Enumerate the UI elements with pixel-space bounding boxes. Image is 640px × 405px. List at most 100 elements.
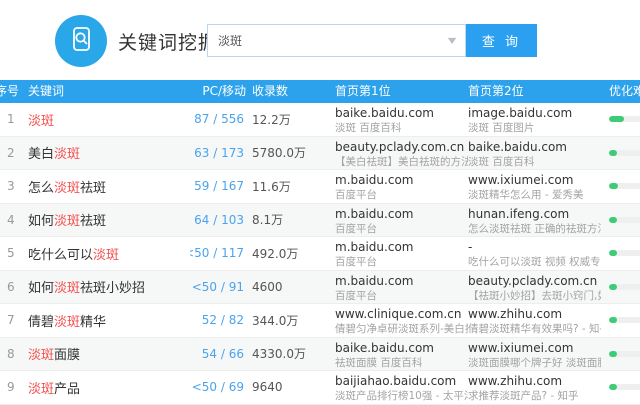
second-position-desc: 求推荐淡斑产品? - 知乎 (468, 390, 601, 403)
first-position-desc: 淡斑 百度百科 (335, 122, 468, 135)
first-position-cell[interactable]: m.baidu.com 百度平台 (335, 237, 468, 270)
first-position-cell[interactable]: m.baidu.com 百度平台 (335, 271, 468, 304)
second-position-cell[interactable]: www.zhihu.com 求推荐淡斑产品? - 知乎 (468, 371, 601, 404)
difficulty-cell (601, 371, 640, 404)
keyword-select[interactable]: 淡斑 ▼ (207, 24, 466, 57)
difficulty-bar-track (609, 150, 640, 156)
second-position-desc: 淡斑 百度百科 (468, 156, 601, 169)
second-position-desc: 【祛斑小妙招】去斑小窍门,如何祛... (468, 290, 601, 303)
first-position-domain[interactable]: m.baidu.com (335, 207, 468, 222)
pc-mobile-value[interactable]: 59 / 167 (190, 170, 246, 203)
first-position-domain[interactable]: m.baidu.com (335, 274, 468, 289)
keyword-mining-page: 关键词挖掘 淡斑 ▼ 查 询 序号 关键词 PC/移动 收录数 首页第1位 首页… (0, 0, 640, 405)
keyword-cell[interactable]: 淡斑产品 (28, 371, 190, 404)
pc-mobile-value[interactable]: 52 / 82 (190, 304, 246, 337)
index-count-value: 9640 (246, 371, 335, 404)
keyword-select-value: 淡斑 (218, 32, 242, 49)
first-position-cell[interactable]: m.baidu.com 百度平台 (335, 170, 468, 203)
difficulty-cell (601, 338, 640, 371)
second-position-domain[interactable]: www.ixiumei.com (468, 341, 601, 356)
index-count-value: 8.1万 (246, 204, 335, 237)
difficulty-cell (601, 103, 640, 136)
header-seq: 序号 (0, 80, 28, 103)
difficulty-cell (601, 304, 640, 337)
second-position-cell[interactable]: www.ixiumei.com 淡斑精华怎么用 - 爱秀美 (468, 170, 601, 203)
second-position-cell[interactable]: hunan.ifeng.com 怎么淡斑祛斑 正确的祛斑方法推荐... (468, 204, 601, 237)
first-position-domain[interactable]: www.clinique.com.cn (335, 307, 468, 322)
table-row: 6 如何淡斑祛斑小妙招 <50 / 91 4600 m.baidu.com 百度… (0, 271, 640, 305)
pc-mobile-value[interactable]: <50 / 117 (190, 237, 246, 270)
second-position-cell[interactable]: www.zhihu.com 倩碧淡斑精华有效果吗? - 知乎 (468, 304, 601, 337)
keyword-cell[interactable]: 如何淡斑祛斑小妙招 (28, 271, 190, 304)
difficulty-bar-track (609, 384, 640, 390)
second-position-cell[interactable]: www.ixiumei.com 淡斑面膜哪个牌子好 淡斑面膜排行... (468, 338, 601, 371)
row-number: 6 (0, 271, 28, 304)
chevron-down-icon: ▼ (448, 36, 457, 45)
index-count-value: 5780.0万 (246, 137, 335, 170)
difficulty-bar-fill (609, 284, 617, 290)
first-position-desc: 百度平台 (335, 256, 468, 269)
first-position-cell[interactable]: beauty.pclady.com.cn 【美白祛斑】美白祛斑的方法,美白... (335, 137, 468, 170)
pc-mobile-value[interactable]: 87 / 556 (190, 103, 246, 136)
first-position-cell[interactable]: baike.baidu.com 淡斑 百度百科 (335, 103, 468, 136)
table-row: 7 倩碧淡斑精华 52 / 82 344.0万 www.clinique.com… (0, 304, 640, 338)
second-position-cell[interactable]: image.baidu.com 淡斑 百度图片 (468, 103, 601, 136)
first-position-domain[interactable]: baike.baidu.com (335, 341, 468, 356)
first-position-cell[interactable]: m.baidu.com 百度平台 (335, 204, 468, 237)
first-position-desc: 百度平台 (335, 223, 468, 236)
second-position-cell[interactable]: beauty.pclady.com.cn 【祛斑小妙招】去斑小窍门,如何祛... (468, 271, 601, 304)
first-position-cell[interactable]: www.clinique.com.cn 倩碧匀净卓研淡斑系列-美白护肤-... (335, 304, 468, 337)
second-position-domain[interactable]: image.baidu.com (468, 106, 601, 121)
index-count-value: 4330.0万 (246, 338, 335, 371)
table-header: 序号 关键词 PC/移动 收录数 首页第1位 首页第2位 优化难度 (0, 80, 640, 103)
first-position-desc: 祛斑面膜 百度百科 (335, 357, 468, 370)
keyword-cell[interactable]: 怎么淡斑祛斑 (28, 170, 190, 203)
index-count-value: 492.0万 (246, 237, 335, 270)
first-position-cell[interactable]: baike.baidu.com 祛斑面膜 百度百科 (335, 338, 468, 371)
first-position-domain[interactable]: baike.baidu.com (335, 106, 468, 121)
keyword-cell[interactable]: 美白淡斑 (28, 137, 190, 170)
first-position-domain[interactable]: baijiahao.baidu.com (335, 374, 468, 389)
second-position-cell[interactable]: - 吃什么可以淡斑 视频 权威专家解说 (468, 237, 601, 270)
pc-mobile-value[interactable]: <50 / 69 (190, 371, 246, 404)
pc-mobile-value[interactable]: 64 / 103 (190, 204, 246, 237)
pc-mobile-value[interactable]: <50 / 91 (190, 271, 246, 304)
difficulty-cell (601, 237, 640, 270)
first-position-cell[interactable]: baijiahao.baidu.com 淡斑产品排行榜10强 - 太平洋时尚..… (335, 371, 468, 404)
difficulty-bar-track (609, 250, 640, 256)
second-position-desc: 吃什么可以淡斑 视频 权威专家解说 (468, 256, 601, 269)
difficulty-cell (601, 204, 640, 237)
second-position-domain[interactable]: www.ixiumei.com (468, 173, 601, 188)
header-index-count: 收录数 (246, 80, 335, 103)
difficulty-bar-track (609, 183, 640, 189)
second-position-domain[interactable]: baike.baidu.com (468, 140, 601, 155)
first-position-desc: 淡斑产品排行榜10强 - 太平洋时尚... (335, 390, 468, 403)
first-position-domain[interactable]: beauty.pclady.com.cn (335, 140, 468, 155)
first-position-domain[interactable]: m.baidu.com (335, 173, 468, 188)
keyword-cell[interactable]: 吃什么可以淡斑 (28, 237, 190, 270)
keyword-cell[interactable]: 淡斑 (28, 103, 190, 136)
second-position-domain[interactable]: - (468, 240, 601, 255)
second-position-domain[interactable]: www.zhihu.com (468, 374, 601, 389)
second-position-domain[interactable]: beauty.pclady.com.cn (468, 274, 601, 289)
second-position-desc: 淡斑 百度图片 (468, 122, 601, 135)
table-body: 1 淡斑 87 / 556 12.2万 baike.baidu.com 淡斑 百… (0, 103, 640, 405)
second-position-domain[interactable]: www.zhihu.com (468, 307, 601, 322)
second-position-desc: 怎么淡斑祛斑 正确的祛斑方法推荐... (468, 223, 601, 236)
second-position-cell[interactable]: baike.baidu.com 淡斑 百度百科 (468, 137, 601, 170)
difficulty-bar-fill (609, 183, 618, 189)
row-number: 7 (0, 304, 28, 337)
difficulty-bar-fill (609, 384, 617, 390)
query-button[interactable]: 查 询 (466, 24, 537, 57)
header-second-position: 首页第2位 (468, 80, 601, 103)
topbar: 关键词挖掘 淡斑 ▼ 查 询 (0, 0, 640, 80)
keyword-cell[interactable]: 倩碧淡斑精华 (28, 304, 190, 337)
app-logo (55, 15, 107, 67)
first-position-domain[interactable]: m.baidu.com (335, 240, 468, 255)
difficulty-bar-track (609, 351, 640, 357)
pc-mobile-value[interactable]: 63 / 173 (190, 137, 246, 170)
keyword-cell[interactable]: 如何淡斑祛斑 (28, 204, 190, 237)
second-position-domain[interactable]: hunan.ifeng.com (468, 207, 601, 222)
keyword-cell[interactable]: 淡斑面膜 (28, 338, 190, 371)
pc-mobile-value[interactable]: 54 / 66 (190, 338, 246, 371)
